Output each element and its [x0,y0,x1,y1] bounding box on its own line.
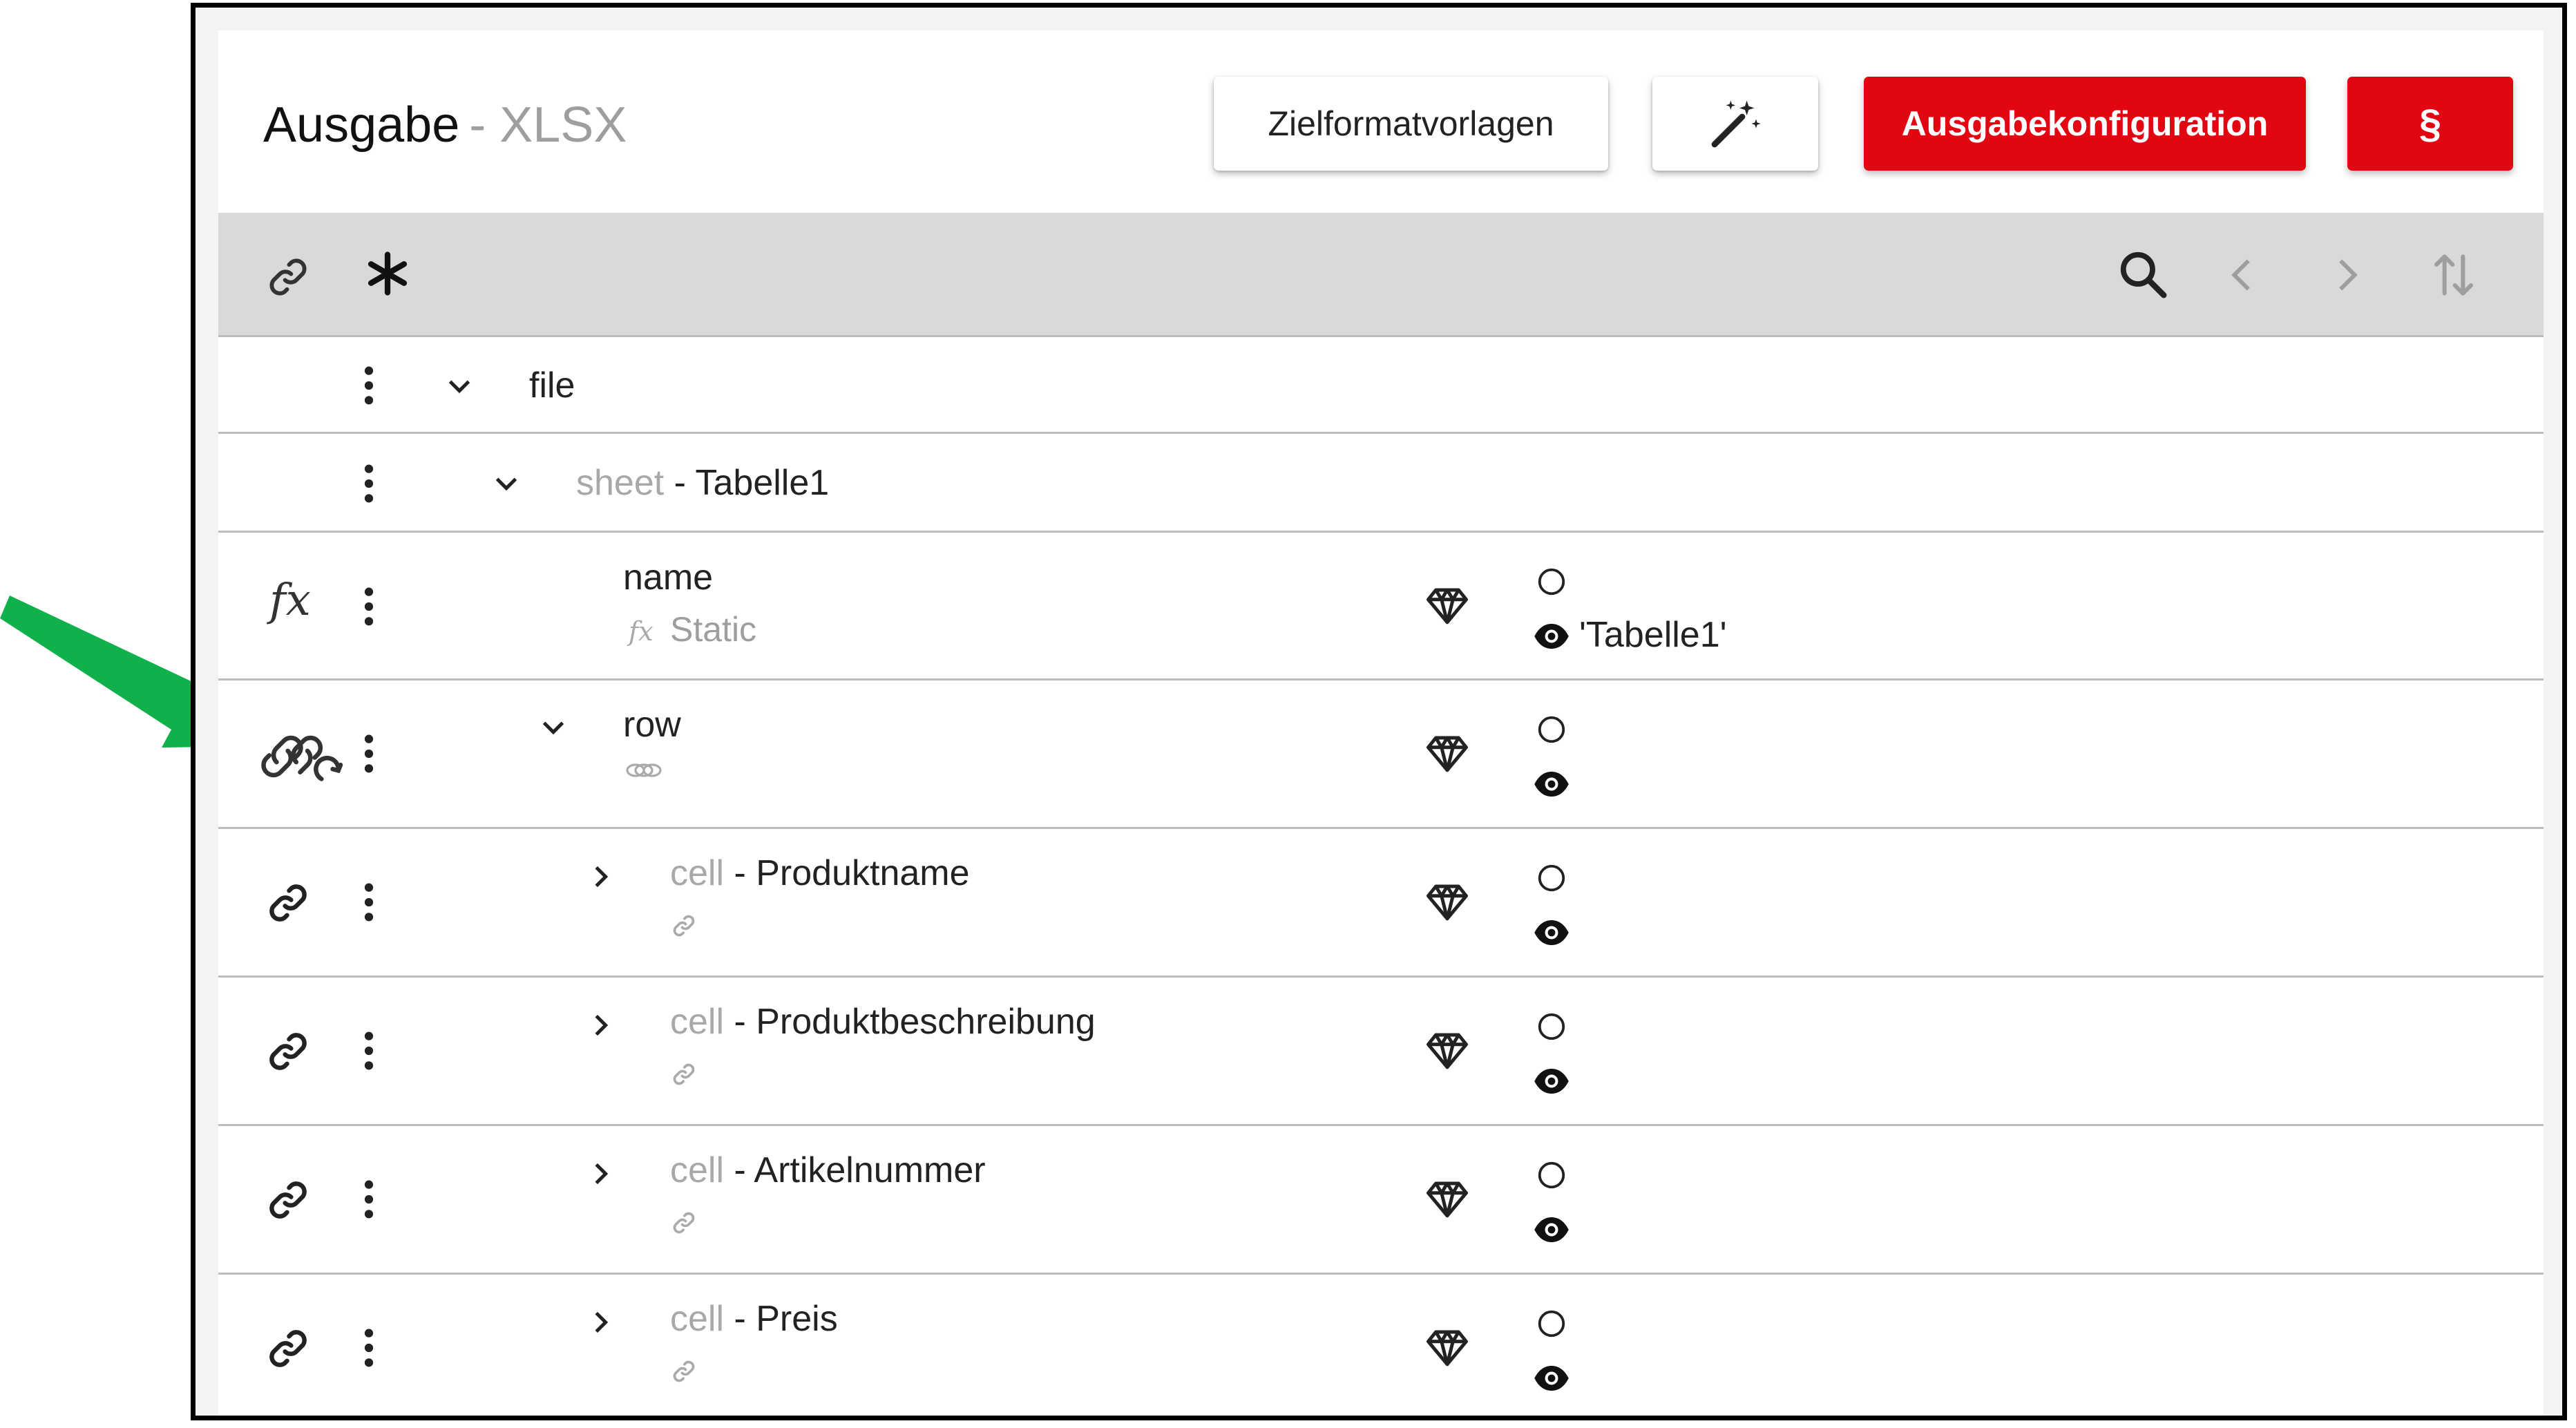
more-vert-icon[interactable] [353,732,385,776]
title-text: Ausgabe [263,97,460,153]
node-value-name: 'Tabelle1' [1579,615,1727,655]
asterisk-icon[interactable] [365,251,410,296]
more-vert-icon[interactable] [353,1326,385,1370]
page-title: Ausgabe - XLSX [263,94,627,156]
chevron-right-icon[interactable] [584,861,616,893]
node-label-cell: cell - Artikelnummer [670,1150,986,1191]
panel-header: Ausgabe - XLSX Zielformatvorlagen Ausgabe… [218,30,2544,213]
chevron-right-icon[interactable] [584,1306,616,1338]
chevron-right-icon[interactable] [584,1009,616,1041]
node-label-row: row [623,705,681,745]
output-configuration-button[interactable]: Ausgabekonfiguration [1864,77,2306,171]
link-icon[interactable] [264,1027,312,1076]
chevron-down-icon[interactable] [443,370,475,401]
chevron-left-icon[interactable] [2218,251,2267,299]
node-label-cell: cell - Produktname [670,853,970,894]
node-label-cell: cell - Preis [670,1298,838,1340]
node-label-sheet: sheet - Tabelle1 [576,462,829,504]
radio-empty-icon[interactable] [1536,1308,1567,1340]
eye-icon[interactable] [1533,618,1570,655]
more-vert-icon[interactable] [353,584,385,629]
node-type: cell [670,1299,725,1339]
node-type: cell [670,1002,725,1042]
search-icon[interactable] [2117,248,2170,302]
eye-icon[interactable] [1533,1063,1570,1100]
target-format-templates-button[interactable]: Zielformatvorlagen [1214,77,1608,171]
magic-wand-icon [1711,100,1761,148]
magic-wand-button[interactable] [1652,77,1818,171]
node-type: sheet [576,463,665,503]
link-icon[interactable] [264,879,312,927]
more-vert-icon[interactable] [353,363,385,408]
node-type: cell [670,1150,725,1190]
radio-empty-icon[interactable] [1536,1011,1567,1043]
tree-row-cell[interactable]: cell - Produktname [218,829,2544,978]
tree-row-cell[interactable]: cell - Produktbeschreibung [218,978,2544,1126]
node-type: cell [670,853,725,893]
eye-icon[interactable] [1533,765,1570,803]
eye-icon[interactable] [1533,1360,1570,1397]
tree-row-name[interactable]: fx name fx Static 'Tabelle1' [218,533,2544,680]
output-panel: Ausgabe - XLSX Zielformatvorlagen Ausgabe… [218,30,2544,1416]
title-format: - XLSX [469,97,627,153]
more-vert-icon[interactable] [353,461,385,506]
tree-toolbar [218,213,2544,337]
config-button-label: Ausgabekonfiguration [1901,104,2269,143]
node-label-cell: cell - Produktbeschreibung [670,1001,1096,1043]
more-vert-icon[interactable] [353,880,385,924]
radio-empty-icon[interactable] [1536,862,1567,894]
link-icon[interactable] [264,1176,312,1224]
node-sub-static: Static [670,610,757,649]
node-label-file: file [529,365,575,406]
screenshot-frame: Ausgabe - XLSX Zielformatvorlagen Ausgabe… [191,3,2567,1420]
tree-row-row[interactable]: row [218,680,2544,829]
link-small-icon [673,1063,695,1085]
node-name: - Artikelnummer [734,1150,986,1190]
radio-empty-icon[interactable] [1536,1159,1567,1191]
node-name: - Preis [734,1299,838,1339]
diamond-icon[interactable] [1424,1027,1470,1073]
tree-row-sheet[interactable]: sheet - Tabelle1 [218,434,2544,533]
function-small-icon: fx [629,616,653,647]
diamond-icon[interactable] [1424,582,1470,628]
link-small-icon [673,1212,695,1234]
eye-icon[interactable] [1533,914,1570,951]
loop-link-icon[interactable] [260,722,350,791]
radio-empty-icon[interactable] [1536,714,1567,745]
diamond-icon[interactable] [1424,730,1470,776]
node-name: - Tabelle1 [674,463,830,503]
tree-row-cell[interactable]: cell - Artikelnummer [218,1126,2544,1275]
chevron-right-icon[interactable] [2322,251,2371,299]
function-icon[interactable]: fx [269,573,311,628]
radio-empty-icon[interactable] [1536,566,1567,598]
node-name: - Produktname [734,853,970,893]
chevron-down-icon[interactable] [490,467,522,499]
node-name: - Produktbeschreibung [734,1002,1096,1042]
chevron-down-icon[interactable] [537,711,569,743]
more-vert-icon[interactable] [353,1177,385,1221]
diamond-icon[interactable] [1424,1176,1470,1221]
loop-link-small-icon [626,763,662,777]
sort-icon[interactable] [2426,247,2481,303]
chevron-right-icon[interactable] [584,1158,616,1190]
node-label-name: name [623,558,714,598]
link-icon[interactable] [264,1324,312,1373]
link-small-icon [673,1360,695,1382]
paragraph-button-label: § [2418,101,2442,146]
link-small-icon [673,915,695,937]
eye-icon[interactable] [1533,1211,1570,1248]
templates-button-label: Zielformatvorlagen [1268,104,1554,143]
paragraph-button[interactable]: § [2347,77,2513,171]
link-icon[interactable] [264,253,312,301]
tree-row-file[interactable]: file [218,337,2544,434]
more-vert-icon[interactable] [353,1029,385,1073]
diamond-icon[interactable] [1424,879,1470,924]
tree-row-cell[interactable]: cell - Preis [218,1275,2544,1416]
diamond-icon[interactable] [1424,1324,1470,1370]
